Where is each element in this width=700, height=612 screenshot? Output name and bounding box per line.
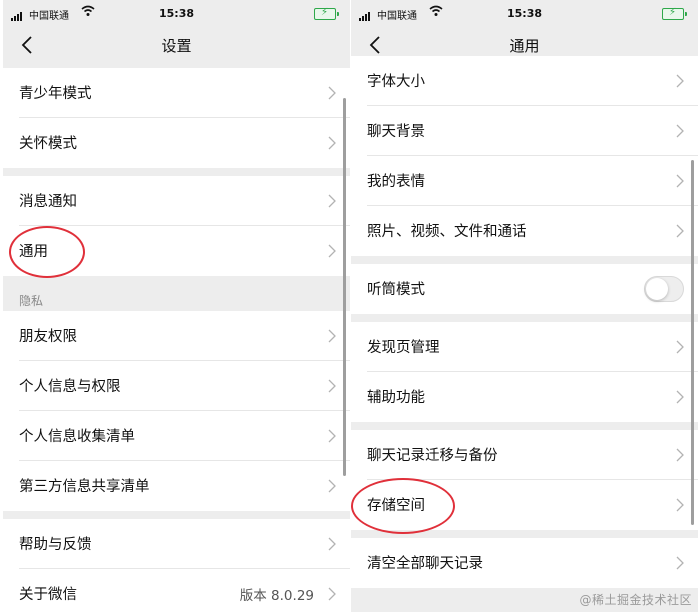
chevron-right-icon bbox=[328, 379, 336, 393]
settings-item-label: 个人信息与权限 bbox=[19, 379, 121, 395]
general-item-earpiece-mode: 听筒模式 bbox=[351, 264, 698, 314]
settings-item-personal-info-collection[interactable]: 个人信息收集清单 bbox=[3, 411, 350, 461]
settings-item-label: 个人信息收集清单 bbox=[19, 429, 135, 445]
settings-item-third-party-sharing[interactable]: 第三方信息共享清单 bbox=[3, 461, 350, 511]
settings-item-label: 聊天记录迁移与备份 bbox=[367, 448, 498, 464]
version-value: 版本 8.0.29 bbox=[239, 588, 314, 604]
settings-item-label: 消息通知 bbox=[19, 194, 77, 210]
general-item-clear-all-chat-history[interactable]: 清空全部聊天记录 bbox=[351, 538, 698, 588]
chevron-right-icon bbox=[328, 537, 336, 551]
page-title: 设置 bbox=[161, 37, 192, 55]
settings-item-label: 青少年模式 bbox=[19, 86, 92, 102]
settings-item-label: 听筒模式 bbox=[367, 282, 425, 298]
scrollbar[interactable] bbox=[343, 98, 346, 476]
settings-item-notifications[interactable]: 消息通知 bbox=[3, 176, 350, 226]
chevron-right-icon bbox=[328, 194, 336, 208]
settings-item-personal-info-permissions[interactable]: 个人信息与权限 bbox=[3, 361, 350, 411]
status-time: 15:38 bbox=[506, 7, 542, 20]
settings-item-label: 第三方信息共享清单 bbox=[19, 479, 150, 495]
nav-bar: 设置 bbox=[3, 28, 350, 66]
chevron-right-icon bbox=[328, 244, 336, 258]
settings-item-label: 字体大小 bbox=[367, 74, 425, 90]
settings-item-label: 我的表情 bbox=[367, 174, 425, 190]
chevron-right-icon bbox=[676, 390, 684, 404]
general-screen: 中国联通 15:38 ⚡ 通用 字体大小 聊天背景 我的表情 照片、视频、文件和… bbox=[351, 0, 698, 612]
settings-item-label: 照片、视频、文件和通话 bbox=[367, 224, 527, 240]
highlight-circle bbox=[351, 478, 455, 534]
chevron-right-icon bbox=[328, 479, 336, 493]
chevron-right-icon bbox=[328, 136, 336, 150]
chevron-right-icon bbox=[328, 329, 336, 343]
general-item-chat-history-migration[interactable]: 聊天记录迁移与备份 bbox=[351, 430, 698, 480]
chevron-right-icon bbox=[676, 224, 684, 238]
general-item-my-stickers[interactable]: 我的表情 bbox=[351, 156, 698, 206]
settings-item-friend-permissions[interactable]: 朋友权限 bbox=[3, 311, 350, 361]
chevron-right-icon bbox=[676, 498, 684, 512]
section-header-privacy: 隐私 bbox=[19, 294, 44, 308]
battery-charging-icon: ⚡ bbox=[314, 7, 339, 20]
settings-item-about-wechat[interactable]: 关于微信 版本 8.0.29 bbox=[3, 569, 350, 612]
chevron-right-icon bbox=[676, 448, 684, 462]
chevron-right-icon bbox=[676, 124, 684, 138]
toggle-knob bbox=[646, 278, 668, 300]
battery-charging-icon: ⚡ bbox=[662, 7, 687, 20]
settings-item-label: 聊天背景 bbox=[367, 124, 425, 140]
settings-item-label: 朋友权限 bbox=[19, 329, 77, 345]
chevron-right-icon bbox=[328, 587, 336, 601]
settings-item-help-feedback[interactable]: 帮助与反馈 bbox=[3, 519, 350, 569]
chevron-right-icon bbox=[676, 556, 684, 570]
general-item-chat-background[interactable]: 聊天背景 bbox=[351, 106, 698, 156]
general-item-accessibility[interactable]: 辅助功能 bbox=[351, 372, 698, 422]
chevron-right-icon bbox=[676, 340, 684, 354]
settings-screen: 中国联通 15:38 ⚡ 设置 青少年模式 关怀模式 消息通知 通用 隐私 朋友… bbox=[3, 0, 350, 612]
settings-item-label: 清空全部聊天记录 bbox=[367, 556, 483, 572]
settings-item-youth-mode[interactable]: 青少年模式 bbox=[3, 68, 350, 118]
scrollbar[interactable] bbox=[691, 160, 694, 525]
status-time: 15:38 bbox=[158, 7, 194, 20]
watermark: @稀土掘金技术社区 bbox=[579, 593, 692, 607]
earpiece-mode-toggle[interactable] bbox=[644, 276, 684, 302]
status-bar: 中国联通 15:38 ⚡ bbox=[3, 0, 350, 28]
settings-item-label: 帮助与反馈 bbox=[19, 537, 92, 553]
settings-item-label: 关于微信 bbox=[19, 587, 77, 603]
settings-item-label: 关怀模式 bbox=[19, 136, 77, 152]
chevron-right-icon bbox=[328, 429, 336, 443]
highlight-circle bbox=[9, 226, 85, 278]
general-item-font-size[interactable]: 字体大小 bbox=[351, 56, 698, 106]
chevron-right-icon bbox=[328, 86, 336, 100]
settings-item-label: 发现页管理 bbox=[367, 340, 440, 356]
general-item-discover-management[interactable]: 发现页管理 bbox=[351, 322, 698, 372]
chevron-right-icon bbox=[676, 174, 684, 188]
general-item-photos-videos-files-calls[interactable]: 照片、视频、文件和通话 bbox=[351, 206, 698, 256]
settings-item-label: 辅助功能 bbox=[367, 390, 425, 406]
settings-item-care-mode[interactable]: 关怀模式 bbox=[3, 118, 350, 168]
chevron-right-icon bbox=[676, 74, 684, 88]
status-bar: 中国联通 15:38 ⚡ bbox=[351, 0, 698, 28]
page-title: 通用 bbox=[509, 37, 540, 55]
